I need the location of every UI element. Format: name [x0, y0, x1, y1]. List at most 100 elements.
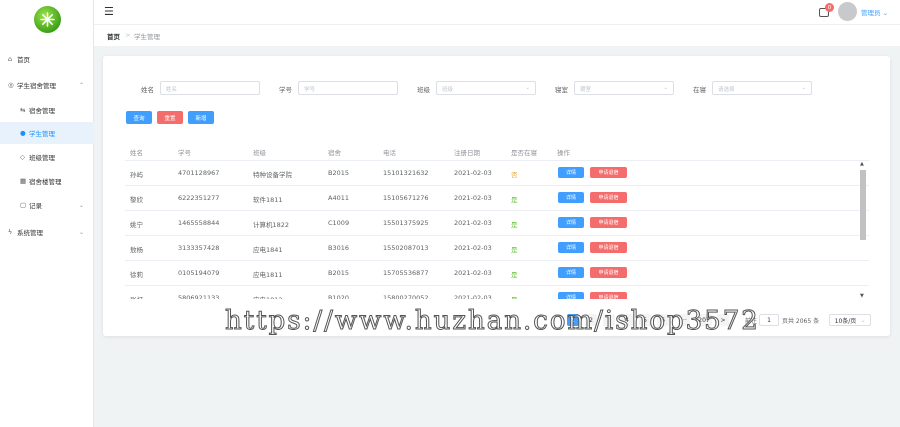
apply-leave-button[interactable]: 申请退宿 — [590, 217, 627, 228]
table-cell-no: 5806921133 — [178, 294, 220, 299]
scroll-down-icon[interactable]: ▼ — [860, 293, 864, 299]
in-dorm-filter-label: 在寝 — [693, 86, 706, 94]
table-cell-in: 否 — [511, 171, 518, 179]
table-cell-dorm: C1009 — [328, 219, 350, 227]
table-row: 张灯 5806921133 应电1812 B1020 15800270052 2021-0… — [125, 286, 869, 299]
table-cell-name: 徐莉 — [130, 271, 143, 279]
sidebar-item-students[interactable]: ● 学生管理 — [0, 122, 94, 144]
apply-leave-button[interactable]: 申请退宿 — [590, 242, 627, 253]
table-scrollbar[interactable]: ▲ ▼ — [859, 161, 867, 299]
table-cell-in: 是 — [511, 294, 518, 299]
table-cell-class: 应电1812 — [253, 294, 283, 299]
table-cell-date: 2021-02-03 — [454, 194, 492, 202]
username-dropdown[interactable]: 管理员 ⌄ — [861, 7, 888, 17]
table-cell-class: 应电1841 — [253, 246, 283, 254]
table-cell-name: 张灯 — [130, 294, 143, 299]
building-icon: ◎ — [8, 81, 14, 89]
calendar-icon: ▢ — [20, 201, 27, 209]
add-button[interactable]: 新增 — [188, 111, 214, 124]
table-cell-phone: 15105671276 — [383, 194, 429, 202]
table-cell-phone: 15800270052 — [383, 294, 429, 299]
refresh-icon: ⇆ — [20, 106, 26, 114]
chevron-down-icon: ⌄ — [663, 85, 668, 91]
table-cell-phone: 15101321632 — [383, 169, 429, 177]
table-cell-name: 黎欣 — [130, 196, 143, 204]
breadcrumb-separator-icon: > — [125, 31, 131, 39]
table-cell-class: 软件1811 — [253, 196, 283, 204]
dorm-select-placeholder: 寝室 — [580, 87, 592, 93]
class-select-placeholder: 班级 — [442, 87, 454, 93]
table-row: 敖杨 3133357428 应电1841 B3016 15502087013 2021-0… — [125, 236, 869, 261]
username-label: 管理员 — [861, 9, 881, 17]
detail-button[interactable]: 详情 — [558, 167, 584, 178]
sidebar-item-system[interactable]: ϟ 系统管理 ⌄ — [0, 221, 94, 243]
detail-button[interactable]: 详情 — [558, 242, 584, 253]
reset-button[interactable]: 重置 — [157, 111, 183, 124]
apply-leave-button[interactable]: 申请退宿 — [590, 192, 627, 203]
scrollbar-thumb[interactable] — [860, 170, 866, 240]
table-cell-class: 特种设备学院 — [253, 171, 292, 179]
page-size-select[interactable]: 10条/页 ⌄ — [829, 314, 871, 326]
table-cell-name: 孙屿 — [130, 171, 143, 179]
table-cell-no: 4701128967 — [178, 169, 220, 177]
apply-leave-button[interactable]: 申请退宿 — [590, 167, 627, 178]
column-header: 是否在寝 — [511, 149, 537, 157]
notification-badge: 0 — [825, 3, 834, 12]
dorm-filter-label: 寝室 — [555, 86, 568, 94]
table-cell-phone: 15502087013 — [383, 244, 429, 252]
apply-leave-button[interactable]: 申请退宿 — [590, 292, 627, 299]
name-input[interactable]: 姓名 — [160, 81, 260, 95]
table-cell-no: 6222351277 — [178, 194, 220, 202]
detail-button[interactable]: 详情 — [558, 267, 584, 278]
total-count: 页共 2065 条 — [782, 317, 820, 325]
goto-page-input[interactable]: 1 — [759, 314, 779, 326]
table-cell-dorm: A4011 — [328, 194, 349, 202]
detail-button[interactable]: 详情 — [558, 217, 584, 228]
student-no-input[interactable]: 学号 — [298, 81, 398, 95]
table-row: 黎欣 6222351277 软件1811 A4011 15105671276 2021-0… — [125, 186, 869, 211]
in-dorm-select[interactable]: 请选择 ⌄ — [712, 81, 812, 95]
table-cell-in: 是 — [511, 246, 518, 254]
sidebar: ⌂ 首页 ◎ 学生宿舍管理 ⌃ ⇆ 宿舍管理 ● 学生管理 ◇ 班级管理 ▦ 宿… — [0, 0, 94, 427]
table-cell-date: 2021-02-03 — [454, 219, 492, 227]
detail-button[interactable]: 详情 — [558, 292, 584, 299]
table-row: 姚宁 1465558844 计算机1822 C1009 15501375925 2021-… — [125, 211, 869, 236]
detail-button[interactable]: 详情 — [558, 192, 584, 203]
scroll-up-icon[interactable]: ▲ — [860, 161, 864, 167]
table-cell-date: 2021-02-03 — [454, 294, 492, 299]
table-cell-name: 敖杨 — [130, 246, 143, 254]
diamond-icon: ◇ — [20, 153, 25, 161]
chevron-up-icon: ⌃ — [78, 81, 84, 89]
class-select[interactable]: 班级 ⌄ — [436, 81, 536, 95]
sidebar-item-label: 学生管理 — [29, 130, 55, 138]
apply-leave-button[interactable]: 申请退宿 — [590, 267, 627, 278]
table-cell-phone: 15501375925 — [383, 219, 429, 227]
sidebar-item-home[interactable]: ⌂ 首页 — [0, 48, 94, 70]
search-button[interactable]: 查询 — [126, 111, 152, 124]
student-no-filter-label: 学号 — [279, 86, 292, 94]
avatar[interactable] — [838, 2, 857, 21]
menu-toggle-icon[interactable]: ☰ — [104, 5, 114, 18]
sidebar-item-records[interactable]: ▢ 记录 ⌄ — [0, 194, 94, 216]
column-header: 班级 — [253, 149, 266, 157]
table-cell-date: 2021-02-03 — [454, 269, 492, 277]
sidebar-item-dorm[interactable]: ⇆ 宿舍管理 — [0, 99, 94, 121]
sidebar-item-dorm-management[interactable]: ◎ 学生宿舍管理 ⌃ — [0, 74, 94, 96]
breadcrumb-home[interactable]: 首页 — [107, 31, 120, 41]
sidebar-item-buildings[interactable]: ▦ 宿舍楼管理 — [0, 170, 94, 192]
table-cell-no: 1465558844 — [178, 219, 220, 227]
column-header: 宿舍 — [328, 149, 341, 157]
table-body: 孙屿 4701128967 特种设备学院 B2015 15101321632 2021-0… — [125, 161, 869, 299]
table-cell-in: 是 — [511, 271, 518, 279]
home-icon: ⌂ — [8, 55, 13, 63]
page-size-value: 10条/页 — [834, 317, 857, 325]
table-cell-name: 姚宁 — [130, 221, 143, 229]
table-row: 徐莉 0105194079 应电1811 B2015 15705536877 2021-0… — [125, 261, 869, 286]
sidebar-item-label: 记录 — [29, 202, 42, 210]
column-header: 电话 — [383, 149, 396, 157]
sidebar-item-classes[interactable]: ◇ 班级管理 — [0, 146, 94, 168]
lightning-icon: ϟ — [8, 228, 13, 236]
table-cell-date: 2021-02-03 — [454, 244, 492, 252]
dorm-select[interactable]: 寝室 ⌄ — [574, 81, 674, 95]
house-icon: ▦ — [20, 177, 27, 185]
